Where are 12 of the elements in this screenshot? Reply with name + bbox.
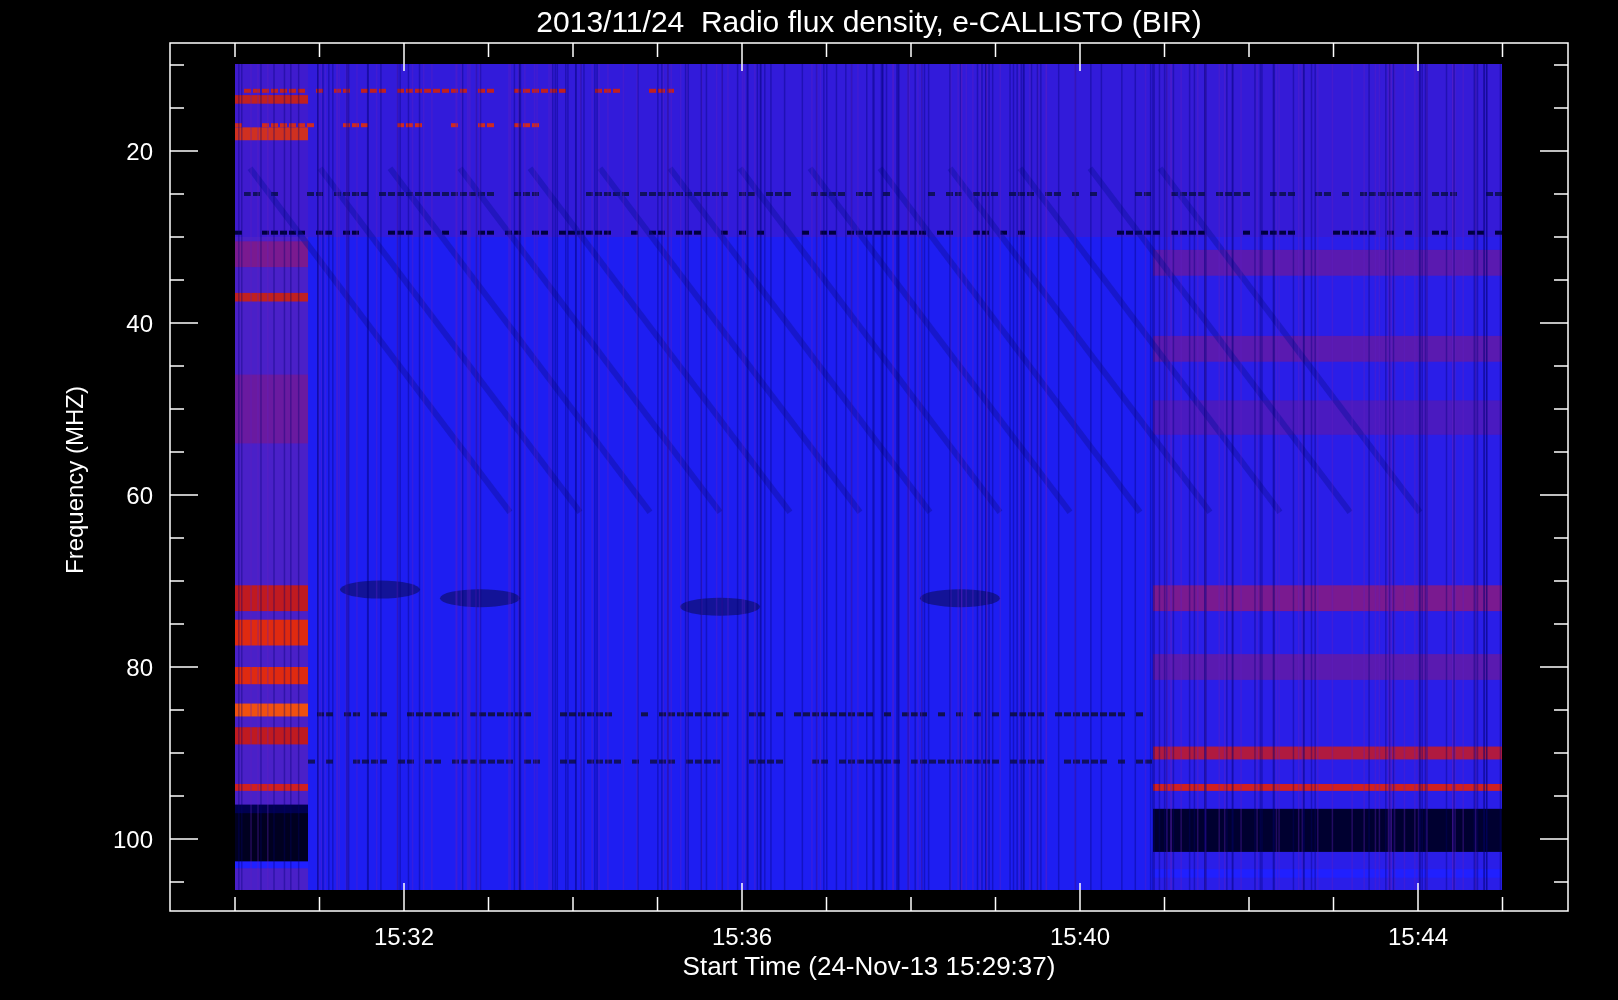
tick-label: 15:40	[1049, 923, 1111, 950]
tick-label: 40	[126, 310, 153, 337]
tick-label: 15:44	[1387, 923, 1449, 950]
axis-label: Start Time (24-Nov-13 15:29:37)	[682, 951, 1056, 981]
tick-label: 100	[112, 826, 153, 853]
axis-label: Frequency (MHZ)	[61, 386, 88, 574]
chart-title: 2013/11/24 Radio flux density, e-CALLISTO (BIR)	[536, 5, 1202, 38]
tick-label: 20	[126, 138, 153, 165]
tick-label: 15:36	[711, 923, 773, 950]
tick-label: 80	[126, 654, 153, 681]
tick-label: 60	[126, 482, 153, 509]
tick-label: 15:32	[373, 923, 435, 950]
